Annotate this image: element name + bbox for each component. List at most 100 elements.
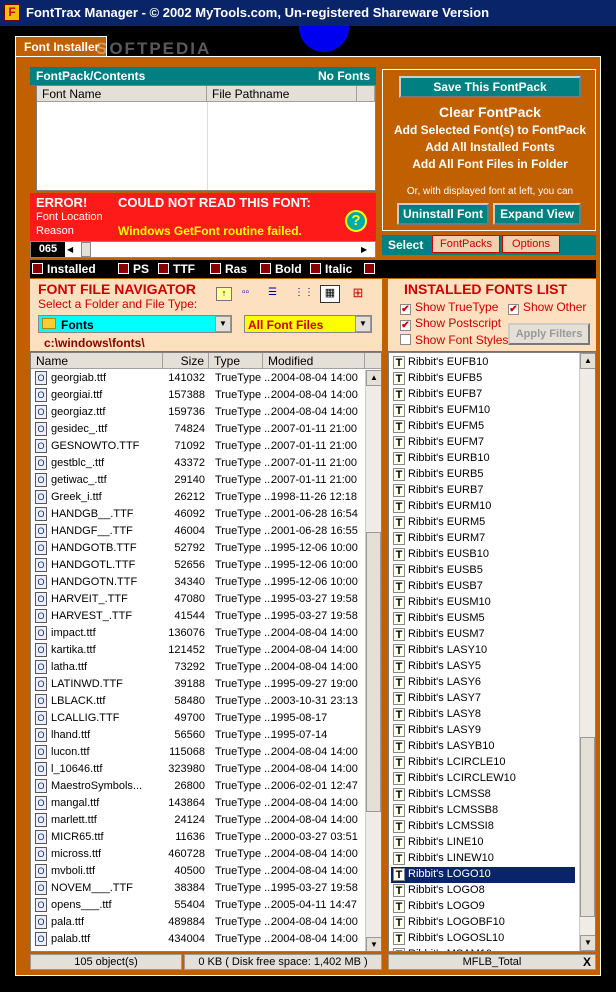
slider-thumb[interactable] — [81, 242, 91, 257]
list-item[interactable]: T Ribbit's LCIRCLEW10 — [391, 771, 575, 787]
table-row[interactable]: Olatha.ttf 73292 TrueType ... 2004-08-04 14… — [31, 659, 365, 676]
list-item[interactable]: T Ribbit's EURM7 — [391, 531, 575, 547]
table-row[interactable]: O LCALLIG.TTF 49700 TrueType ... 1995-08-17 — [31, 710, 365, 727]
list-item[interactable]: T Ribbit's LOGO9 — [391, 899, 575, 915]
table-row[interactable]: Ogetiwac_.ttf 29140 TrueType ... 2007-01-11… — [31, 472, 365, 489]
filetype-select[interactable]: All Font Files ▼ — [244, 315, 372, 333]
list-item[interactable]: T Ribbit's LASY6 — [391, 675, 575, 691]
table-row[interactable]: Omvboli.ttf 40500 TrueType ... 2004-08-04 1… — [31, 863, 365, 880]
title-bar[interactable]: F FontTrax Manager - © 2002 MyTools.com,… — [0, 0, 616, 26]
list-item[interactable]: T Ribbit's EUFM10 — [391, 403, 575, 419]
tab-fontpacks[interactable]: FontPacks — [432, 235, 500, 253]
clear-fontpack-button[interactable]: Clear FontPack — [383, 104, 597, 120]
list-item[interactable]: T Ribbit's LASYB10 — [391, 739, 575, 755]
scroll-down-icon[interactable]: ▼ — [580, 935, 595, 951]
fontpack-list[interactable]: Font Name File Pathname — [36, 85, 376, 191]
table-row[interactable]: Ogestblc_.ttf 43372 TrueType ... 2007-01-11… — [31, 455, 365, 472]
list-item[interactable]: T Ribbit's EUSB5 — [391, 563, 575, 579]
table-row[interactable]: O Greek_i.ttf 26212 TrueType ... 1998-11-26 … — [31, 489, 365, 506]
tab-font-installer[interactable]: Font Installer — [15, 36, 107, 58]
table-row[interactable]: O HANDGOTB.TTF 52792 TrueType ... 1995-12-06… — [31, 540, 365, 557]
list-item[interactable]: T Ribbit's LOGOBF10 — [391, 915, 575, 931]
list-item[interactable]: T Ribbit's EUFB7 — [391, 387, 575, 403]
table-row[interactable]: O MaestroSymbols... 26800 TrueType ... 2006-… — [31, 778, 365, 795]
table-row[interactable]: Ol_10646.ttf 323980 TrueType ... 2004-08-04… — [31, 761, 365, 778]
show-font-styles-checkbox[interactable]: Show Font Styles — [400, 333, 508, 347]
col-modified[interactable]: Modified — [263, 353, 365, 369]
add-installed-button[interactable]: Add All Installed Fonts — [383, 140, 597, 154]
list-item[interactable]: TRibbit's MSAM10 — [391, 947, 575, 951]
toggle-installed[interactable]: Installed — [32, 262, 96, 276]
table-row[interactable]: Olhand.ttf 56560 TrueType ... 1995-07-14 — [31, 727, 365, 744]
table-row[interactable]: Oimpact.ttf 136076 TrueType ... 2004-08-04 … — [31, 625, 365, 642]
list-item[interactable]: T Ribbit's LCMSS8 — [391, 787, 575, 803]
add-folder-button[interactable]: Add All Font Files in Folder — [383, 157, 597, 171]
toggle-extra[interactable] — [364, 262, 379, 276]
table-row[interactable]: Ogeorgiaz.ttf 159736 TrueType ... 2004-08-0… — [31, 404, 365, 421]
list-item[interactable]: T Ribbit's EURM5 — [391, 515, 575, 531]
folder-select[interactable]: Fonts ▼ — [38, 315, 232, 333]
list-item[interactable]: T Ribbit's LASY5 — [391, 659, 575, 675]
apply-filters-button[interactable]: Apply Filters — [508, 323, 590, 345]
table-row[interactable]: O HARVEIT_.TTF 47080 TrueType ... 1995-03-27… — [31, 591, 365, 608]
col-name[interactable]: Name — [31, 353, 163, 369]
installed-scrollbar[interactable]: ▲ ▼ — [579, 353, 595, 951]
table-row[interactable]: Omarlett.ttf 24124 TrueType ... 2004-08-04 … — [31, 812, 365, 829]
toggle-bold[interactable]: Bold — [260, 262, 302, 276]
table-row[interactable]: O HANDGOTL.TTF 52656 TrueType ... 1995-12-06… — [31, 557, 365, 574]
list-item[interactable]: T Ribbit's LASY10 — [391, 643, 575, 659]
table-row[interactable]: O LBLACK.ttf 58480 TrueType ... 2003-10-31 2… — [31, 693, 365, 710]
list-item[interactable]: T Ribbit's EUFB10 — [391, 355, 575, 371]
table-row[interactable]: Omangal.ttf 143864 TrueType ... 2004-08-04 … — [31, 795, 365, 812]
list-item[interactable]: T Ribbit's LOGO10 — [391, 867, 575, 883]
scroll-thumb[interactable] — [366, 532, 381, 812]
col-font-name[interactable]: Font Name — [37, 86, 207, 102]
scroll-up-icon[interactable]: ▲ — [580, 353, 595, 369]
table-row[interactable]: O HANDGF__.TTF 46004 TrueType ... 2001-06-28… — [31, 523, 365, 540]
table-row[interactable]: Opala.ttf 489884 TrueType ... 2004-08-04 14… — [31, 914, 365, 931]
list-item[interactable]: T Ribbit's EUSM10 — [391, 595, 575, 611]
table-row[interactable]: O GESNOWTO.TTF 71092 TrueType ... 2007-01-11… — [31, 438, 365, 455]
details-view-icon[interactable]: ▦ — [320, 285, 340, 303]
table-row[interactable]: O MICR65.ttf 11636 TrueType ... 2000-03-27 0… — [31, 829, 365, 846]
table-row[interactable]: Ogeorgiab.ttf 141032 TrueType ... 2004-08-0… — [31, 370, 365, 387]
uninstall-font-button[interactable]: Uninstall Font — [397, 203, 489, 225]
col-file-pathname[interactable]: File Pathname — [207, 86, 357, 102]
list-item[interactable]: T Ribbit's LASY7 — [391, 691, 575, 707]
save-fontpack-button[interactable]: Save This FontPack — [399, 76, 581, 98]
expand-view-button[interactable]: Expand View — [493, 203, 581, 225]
toggle-italic[interactable]: Italic — [310, 262, 352, 276]
file-list[interactable]: Name Size Type Modified Ogeorgiab.ttf 141… — [30, 352, 382, 952]
list-item[interactable]: T Ribbit's LINE10 — [391, 835, 575, 851]
list-item[interactable]: T Ribbit's EUSM5 — [391, 611, 575, 627]
help-icon[interactable]: ? — [345, 210, 367, 232]
list-item[interactable]: T Ribbit's LASY9 — [391, 723, 575, 739]
tab-options[interactable]: Options — [502, 235, 560, 253]
slider-left-icon[interactable]: ◀ — [67, 242, 79, 257]
installed-fonts-list[interactable]: T Ribbit's EUFB10 T Ribbit's EUFB5 T Ribbit's… — [388, 352, 596, 952]
table-row[interactable]: O HANDGOTN.TTF 34340 TrueType ... 1995-12-06… — [31, 574, 365, 591]
size-slider[interactable]: 065 ◀ ▶ — [30, 241, 376, 258]
list-item[interactable]: T Ribbit's LASY8 — [391, 707, 575, 723]
table-row[interactable]: O HANDGB__.TTF 46092 TrueType ... 2001-06-28… — [31, 506, 365, 523]
windows-logo-icon[interactable]: ⊞ — [348, 285, 368, 303]
scroll-up-icon[interactable]: ▲ — [366, 370, 381, 386]
small-icons-icon[interactable]: ▫▫ — [242, 287, 258, 301]
list-item[interactable]: T Ribbit's EURB5 — [391, 467, 575, 483]
scroll-thumb[interactable] — [580, 737, 595, 917]
tab-select[interactable]: Select — [388, 238, 423, 252]
list-item[interactable]: T Ribbit's LCMSSI8 — [391, 819, 575, 835]
list-item[interactable]: T Ribbit's LOGOSL10 — [391, 931, 575, 947]
table-row[interactable]: O NOVEM___.TTF 38384 TrueType ... 1995-03-27… — [31, 880, 365, 897]
list-item[interactable]: T Ribbit's EUFB5 — [391, 371, 575, 387]
close-icon[interactable]: X — [583, 955, 591, 969]
table-row[interactable]: Ogesidec_.ttf 74824 TrueType ... 2007-01-11… — [31, 421, 365, 438]
slider-right-icon[interactable]: ▶ — [361, 242, 373, 257]
list-item[interactable]: T Ribbit's LINEW10 — [391, 851, 575, 867]
show-other-checkbox[interactable]: ✔ Show Other — [508, 300, 586, 315]
list-view-icon[interactable]: ☰ — [268, 287, 284, 301]
table-row[interactable]: Opalab.ttf 434004 TrueType ... 2004-08-04 1… — [31, 931, 365, 948]
list-item[interactable]: T Ribbit's EURB7 — [391, 483, 575, 499]
list-item[interactable]: T Ribbit's EURB10 — [391, 451, 575, 467]
col-size[interactable]: Size — [163, 353, 209, 369]
